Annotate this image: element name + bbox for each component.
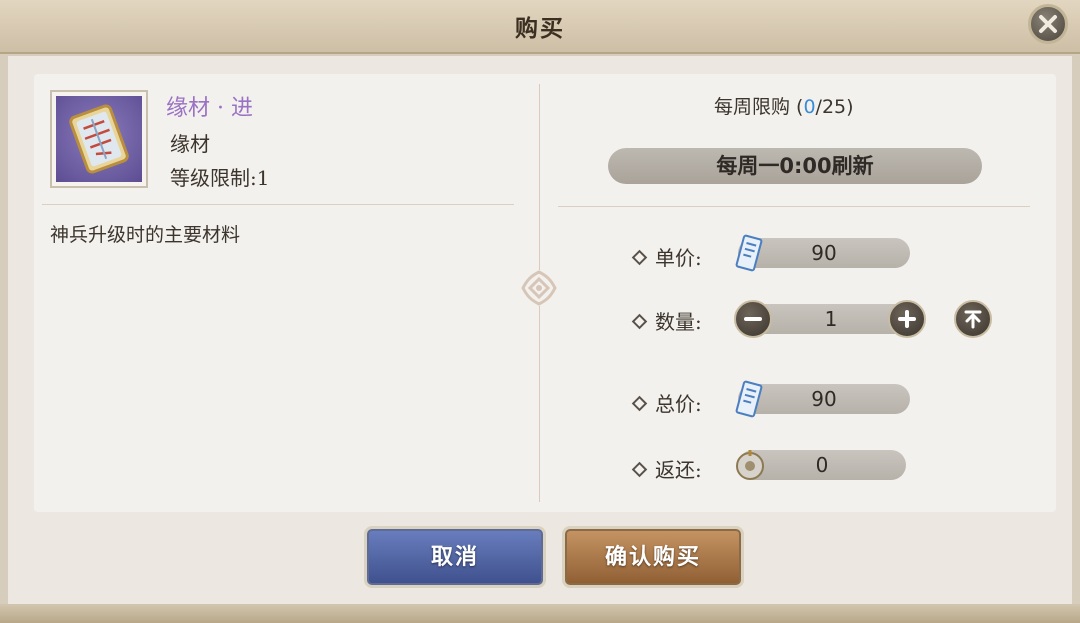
quantity-label: 数量: — [631, 306, 702, 335]
coin-icon — [736, 450, 764, 480]
decrease-quantity-button[interactable] — [734, 300, 772, 338]
total-price-number: 90 — [811, 387, 837, 411]
rebate-label-text: 返还: — [655, 458, 702, 482]
unit-price-number: 90 — [811, 241, 837, 265]
jade-scroll-icon — [735, 380, 763, 418]
diamond-bullet-icon — [631, 461, 648, 478]
divider — [558, 206, 1030, 207]
material-card-icon — [56, 96, 142, 182]
diamond-bullet-icon — [631, 395, 648, 412]
confirm-purchase-button[interactable]: 确认购买 — [562, 526, 744, 588]
minus-icon — [744, 317, 762, 321]
max-quantity-button[interactable] — [954, 300, 992, 338]
total-price-label: 总价: — [631, 388, 702, 417]
close-icon — [1039, 15, 1057, 33]
item-type: 缘材 — [170, 132, 210, 156]
refresh-time-bar: 每周一0:00刷新 — [608, 148, 982, 184]
close-button[interactable] — [1028, 4, 1068, 44]
diamond-bullet-icon — [631, 249, 648, 266]
item-icon-frame — [50, 90, 148, 188]
rebate-number: 0 — [815, 453, 829, 477]
item-description: 神兵升级时的主要材料 — [50, 224, 241, 246]
unit-price-label-text: 单价: — [655, 246, 702, 270]
divider — [42, 204, 514, 205]
item-level-requirement: 等级限制:1 — [170, 162, 269, 191]
item-level-label: 等级限制: — [170, 166, 257, 190]
dialog-titlebar: 购买 — [0, 0, 1080, 54]
item-level-value: 1 — [256, 166, 270, 190]
quantity-label-text: 数量: — [655, 310, 702, 334]
increase-quantity-button[interactable] — [888, 300, 926, 338]
purchase-dialog: 购买 缘材 · 进 缘材 等级限制:1 神兵升级时的主要材料 每周限购 (0/2… — [0, 0, 1080, 623]
jade-scroll-icon — [735, 234, 763, 272]
weekly-limit-current: 0 — [803, 96, 816, 118]
dialog-bottom-border — [0, 604, 1080, 623]
item-name: 缘材 · 进 — [166, 96, 253, 121]
weekly-limit-prefix: 每周限购 ( — [714, 96, 804, 118]
quantity-value: 1 — [824, 307, 838, 331]
total-price-label-text: 总价: — [655, 392, 702, 416]
weekly-limit: 每周限购 (0/25) — [714, 92, 854, 119]
dialog-title: 购买 — [515, 15, 565, 42]
unit-price-label: 单价: — [631, 242, 702, 271]
cancel-button[interactable]: 取消 — [364, 526, 546, 588]
max-icon — [964, 310, 982, 329]
weekly-limit-suffix: /25) — [815, 96, 854, 118]
rebate-label: 返还: — [631, 454, 702, 483]
plus-icon — [898, 310, 916, 328]
dialog-body: 缘材 · 进 缘材 等级限制:1 神兵升级时的主要材料 每周限购 (0/25) … — [8, 56, 1072, 604]
knot-ornament-icon — [521, 270, 557, 306]
content-card: 缘材 · 进 缘材 等级限制:1 神兵升级时的主要材料 每周限购 (0/25) … — [34, 74, 1056, 512]
diamond-bullet-icon — [631, 313, 648, 330]
